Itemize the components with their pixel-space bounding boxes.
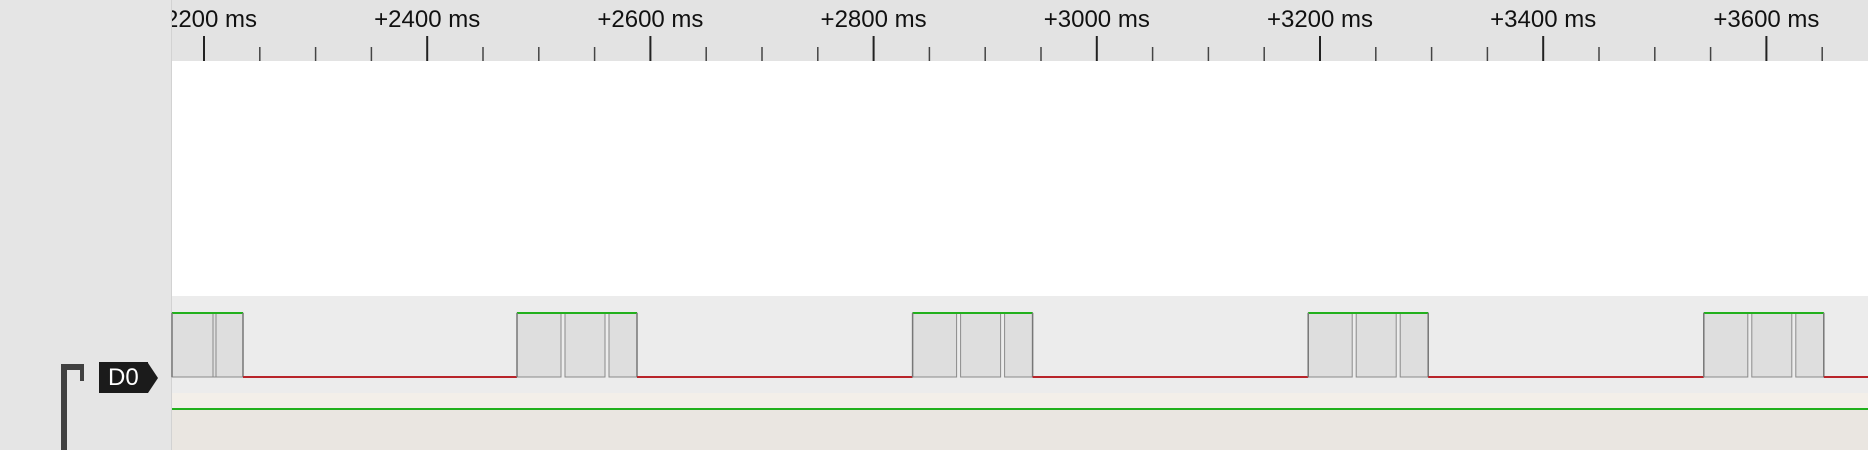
lower-strip-highlight [172,393,1868,409]
ruler-tick-label: +2600 ms [597,6,703,33]
channel-name: D0 [99,362,148,393]
ruler-tick-label: +2400 ms [374,6,480,33]
time-ruler-scale: +2200 ms +2400 ms +2600 ms +2800 ms +3000 ms… [172,6,1823,61]
ruler-tick-label: +3600 ms [1713,6,1819,33]
d0-trace-band[interactable] [172,296,1868,393]
channel-group-bracket [61,364,84,450]
ruler-tick-label: +3200 ms [1267,6,1373,33]
channel-tag-pointer [147,362,158,393]
ruler-tick-label: +3000 ms [1044,6,1150,33]
ruler-tick-label: +2800 ms [821,6,927,33]
ruler-tick-label: +3400 ms [1490,6,1596,33]
waveform-canvas[interactable] [172,61,1868,296]
channel-label-d0[interactable]: D0 [99,362,158,393]
time-ruler[interactable]: +2200 ms +2400 ms +2600 ms +2800 ms +3000 ms… [172,0,1868,61]
ruler-tick-label: +2200 ms [172,6,257,33]
